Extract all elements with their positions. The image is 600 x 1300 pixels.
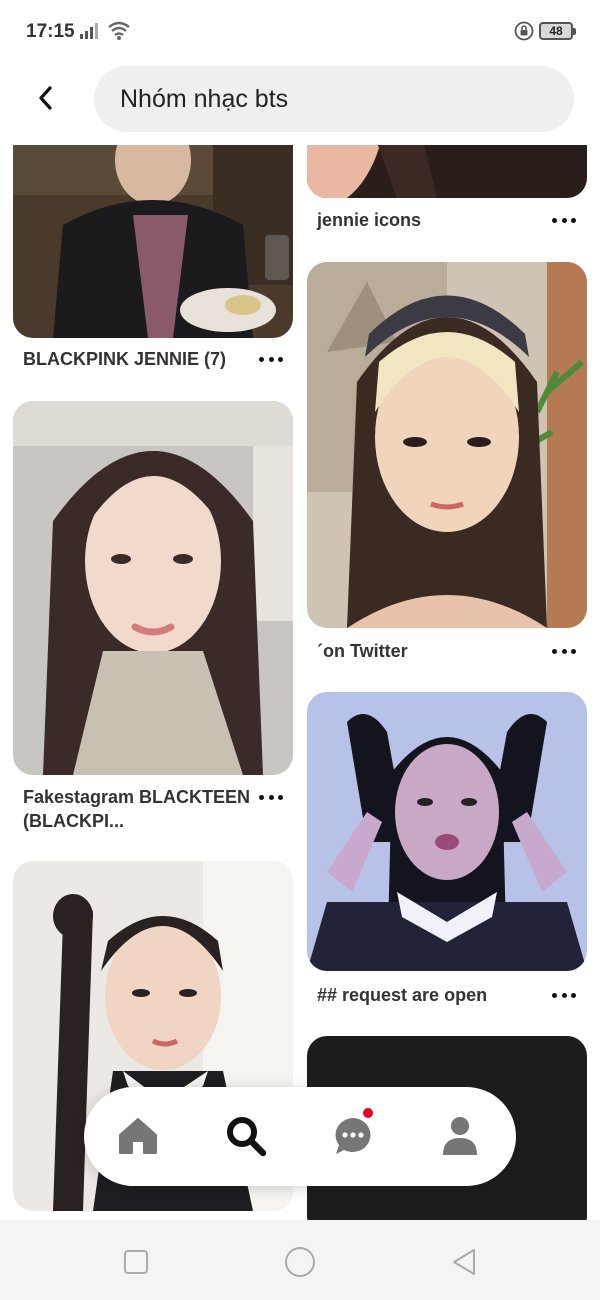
nav-profile-button[interactable] bbox=[436, 1112, 484, 1160]
recent-apps-icon bbox=[124, 1250, 148, 1274]
pin-image[interactable] bbox=[307, 262, 587, 628]
bottom-nav bbox=[84, 1087, 516, 1186]
home-circle-icon bbox=[285, 1247, 315, 1277]
pin-title[interactable]: ## request are open bbox=[317, 983, 537, 1007]
system-nav-bar bbox=[0, 1220, 600, 1300]
search-input[interactable] bbox=[120, 84, 540, 114]
nav-search-button[interactable] bbox=[222, 1112, 270, 1160]
pin-title[interactable]: ´on Twitter bbox=[317, 639, 537, 663]
home-system-button[interactable] bbox=[282, 1244, 318, 1280]
more-options-button[interactable] bbox=[549, 985, 579, 1005]
battery-icon: 48 bbox=[539, 22, 576, 40]
search-icon bbox=[227, 1117, 267, 1157]
nav-messages-button[interactable] bbox=[329, 1108, 377, 1160]
back-button[interactable] bbox=[26, 78, 66, 118]
more-options-button[interactable] bbox=[549, 210, 579, 230]
recent-apps-button[interactable] bbox=[118, 1244, 154, 1280]
pin-image[interactable] bbox=[13, 145, 293, 338]
user-icon bbox=[443, 1117, 477, 1155]
more-options-button[interactable] bbox=[256, 349, 286, 369]
pin-image[interactable] bbox=[307, 692, 587, 971]
more-options-button[interactable] bbox=[549, 641, 579, 661]
back-system-button[interactable] bbox=[446, 1244, 482, 1280]
pin-title[interactable]: BLACKPINK JENNIE (7) bbox=[23, 347, 253, 371]
more-options-button[interactable] bbox=[256, 787, 286, 807]
lock-rotation-icon bbox=[514, 21, 534, 41]
search-bar[interactable] bbox=[94, 66, 574, 132]
signal-icon bbox=[80, 23, 98, 39]
pin-title[interactable]: Fakestagram BLACKTEEN (BLACKPI... bbox=[23, 785, 253, 833]
chat-icon bbox=[335, 1118, 371, 1154]
wifi-icon bbox=[108, 21, 130, 40]
home-icon bbox=[119, 1118, 157, 1154]
pin-image[interactable] bbox=[307, 145, 587, 198]
chevron-left-icon bbox=[39, 86, 52, 110]
nav-home-button[interactable] bbox=[114, 1112, 162, 1160]
back-triangle-icon bbox=[453, 1249, 475, 1275]
status-bar: 17:15 48 bbox=[0, 0, 600, 62]
pin-title[interactable]: jennie icons bbox=[317, 208, 537, 232]
status-time: 17:15 bbox=[26, 21, 75, 42]
pin-feed[interactable]: BLACKPINK JENNIE (7) Fakestagram BLACKTE… bbox=[0, 145, 600, 1220]
notification-dot bbox=[363, 1108, 373, 1118]
pin-image[interactable] bbox=[13, 401, 293, 775]
